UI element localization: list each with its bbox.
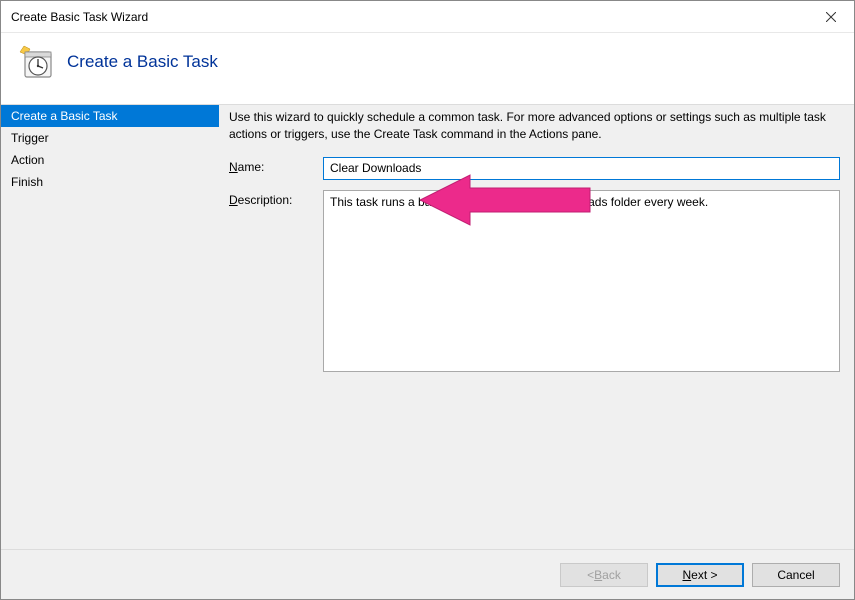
description-input[interactable]: This task runs a batch file that clears …	[323, 190, 840, 372]
wizard-window: Create Basic Task Wizard Create a Basic …	[0, 0, 855, 600]
close-icon	[826, 12, 836, 22]
back-button: < Back	[560, 563, 648, 587]
window-title: Create Basic Task Wizard	[11, 10, 148, 24]
name-row: Name:	[229, 157, 840, 180]
wizard-header: Create a Basic Task	[1, 33, 854, 104]
step-finish[interactable]: Finish	[1, 171, 219, 193]
wizard-title: Create a Basic Task	[67, 52, 218, 72]
next-button[interactable]: Next >	[656, 563, 744, 587]
description-row: Description: This task runs a batch file…	[229, 190, 840, 372]
titlebar: Create Basic Task Wizard	[1, 1, 854, 33]
task-scheduler-icon	[19, 45, 53, 79]
name-input[interactable]	[323, 157, 840, 180]
step-create-basic-task[interactable]: Create a Basic Task	[1, 105, 219, 127]
close-button[interactable]	[808, 2, 854, 32]
step-trigger[interactable]: Trigger	[1, 127, 219, 149]
name-label: Name:	[229, 157, 323, 174]
description-label: Description:	[229, 190, 323, 207]
step-action[interactable]: Action	[1, 149, 219, 171]
cancel-button[interactable]: Cancel	[752, 563, 840, 587]
intro-text: Use this wizard to quickly schedule a co…	[229, 109, 840, 143]
wizard-footer: < Back Next > Cancel	[1, 549, 854, 599]
wizard-steps-sidebar: Create a Basic Task Trigger Action Finis…	[1, 105, 219, 549]
wizard-content: Use this wizard to quickly schedule a co…	[219, 105, 854, 549]
wizard-body: Create a Basic Task Trigger Action Finis…	[1, 104, 854, 549]
